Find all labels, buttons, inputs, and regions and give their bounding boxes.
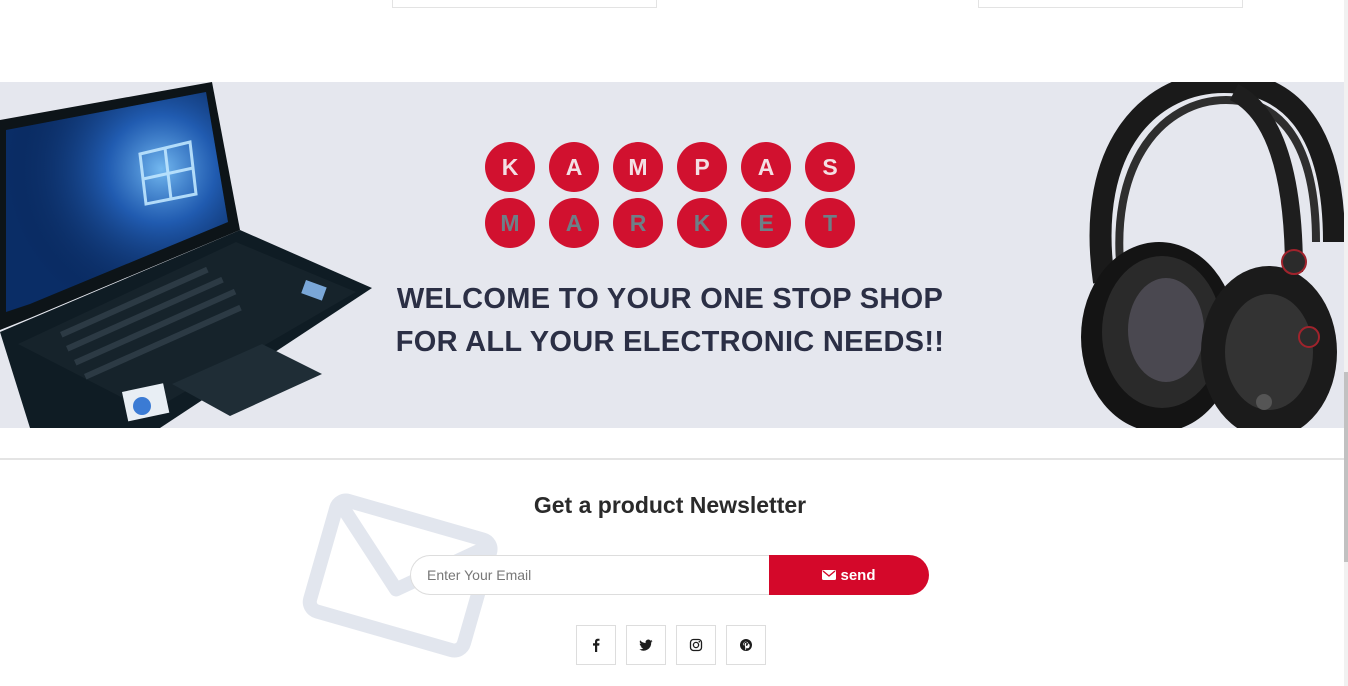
send-button-label: send — [840, 566, 876, 584]
brand-letter: S — [805, 142, 855, 192]
brand-letter: T — [805, 198, 855, 248]
page-scrollbar[interactable] — [1344, 0, 1348, 686]
laptop-image — [0, 82, 372, 428]
brand-letter: K — [485, 142, 535, 192]
product-card-right — [978, 0, 1243, 8]
social-links — [576, 625, 766, 665]
scrollbar-thumb[interactable] — [1344, 372, 1348, 562]
hero-banner: K A M P A S M A R K E T WELCOME TO YOUR … — [0, 82, 1344, 428]
product-card-left — [392, 0, 657, 8]
welcome-line-1: WELCOME TO YOUR ONE STOP SHOP — [396, 283, 944, 315]
headphones-image — [1081, 82, 1344, 428]
twitter-icon — [639, 639, 653, 651]
brand-letter: K — [677, 198, 727, 248]
welcome-line-2: FOR ALL YOUR ELECTRONIC NEEDS!! — [395, 326, 945, 358]
instagram-icon — [689, 638, 703, 652]
newsletter-title: Get a product Newsletter — [400, 492, 940, 519]
brand-letters: K A M P A S M A R K E T — [485, 142, 865, 254]
section-divider — [0, 458, 1344, 460]
facebook-icon — [593, 638, 600, 652]
brand-letter: R — [613, 198, 663, 248]
brand-letter: A — [549, 142, 599, 192]
brand-letter: A — [741, 142, 791, 192]
newsletter-title-bold: Newsletter — [689, 492, 807, 518]
brand-letter: A — [549, 198, 599, 248]
welcome-heading: WELCOME TO YOUR ONE STOP SHOP FOR ALL YO… — [340, 278, 1000, 364]
instagram-link[interactable] — [676, 625, 716, 665]
brand-letter: M — [613, 142, 663, 192]
email-input[interactable] — [410, 555, 772, 595]
brand-row-kampas: K A M P A S — [485, 142, 865, 192]
twitter-link[interactable] — [626, 625, 666, 665]
pinterest-link[interactable] — [726, 625, 766, 665]
facebook-link[interactable] — [576, 625, 616, 665]
brand-letter: P — [677, 142, 727, 192]
send-button[interactable]: send — [769, 555, 929, 595]
brand-row-market: M A R K E T — [485, 198, 865, 248]
brand-letter: E — [741, 198, 791, 248]
newsletter-title-prefix: Get a product — [533, 492, 684, 518]
envelope-icon — [822, 570, 837, 580]
brand-letter: M — [485, 198, 535, 248]
pinterest-icon — [740, 639, 752, 651]
